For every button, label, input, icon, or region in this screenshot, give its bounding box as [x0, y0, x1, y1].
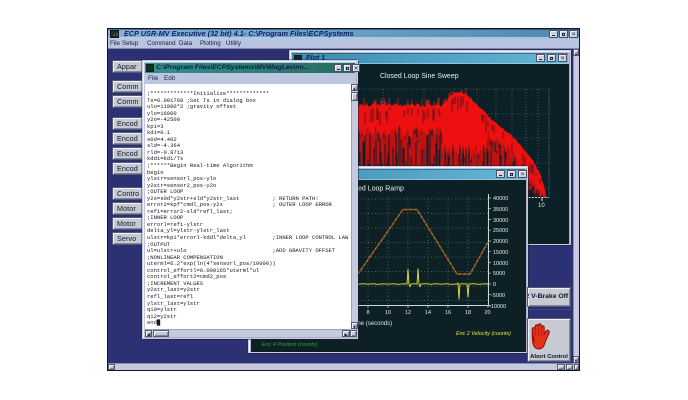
- svg-text:Enc 4 Position (counts): Enc 4 Position (counts): [262, 342, 318, 348]
- svg-text:16: 16: [445, 310, 451, 316]
- svg-text:Closed Loop Sine Sweep: Closed Loop Sine Sweep: [380, 73, 459, 80]
- svg-text:-10000: -10000: [489, 304, 506, 310]
- svg-text:20: 20: [485, 310, 491, 316]
- svg-text:0: 0: [493, 282, 496, 288]
- svg-text:20000: 20000: [493, 239, 508, 245]
- svg-text:10: 10: [538, 203, 545, 209]
- svg-text:35000: 35000: [493, 207, 508, 213]
- svg-text:18: 18: [465, 310, 471, 316]
- svg-text:15000: 15000: [493, 250, 508, 256]
- svg-text:30000: 30000: [493, 218, 508, 224]
- svg-text:10000: 10000: [493, 261, 508, 267]
- svg-text:-5000: -5000: [491, 293, 505, 299]
- svg-text:8: 8: [367, 310, 370, 316]
- svg-text:25000: 25000: [493, 228, 508, 234]
- svg-text:14: 14: [425, 310, 431, 316]
- svg-text:40000: 40000: [493, 196, 508, 202]
- svg-text:5000: 5000: [493, 271, 505, 277]
- svg-text:10: 10: [385, 310, 391, 316]
- svg-text:12: 12: [405, 310, 411, 316]
- svg-text:Enc 2 Velocity (counts): Enc 2 Velocity (counts): [456, 331, 511, 337]
